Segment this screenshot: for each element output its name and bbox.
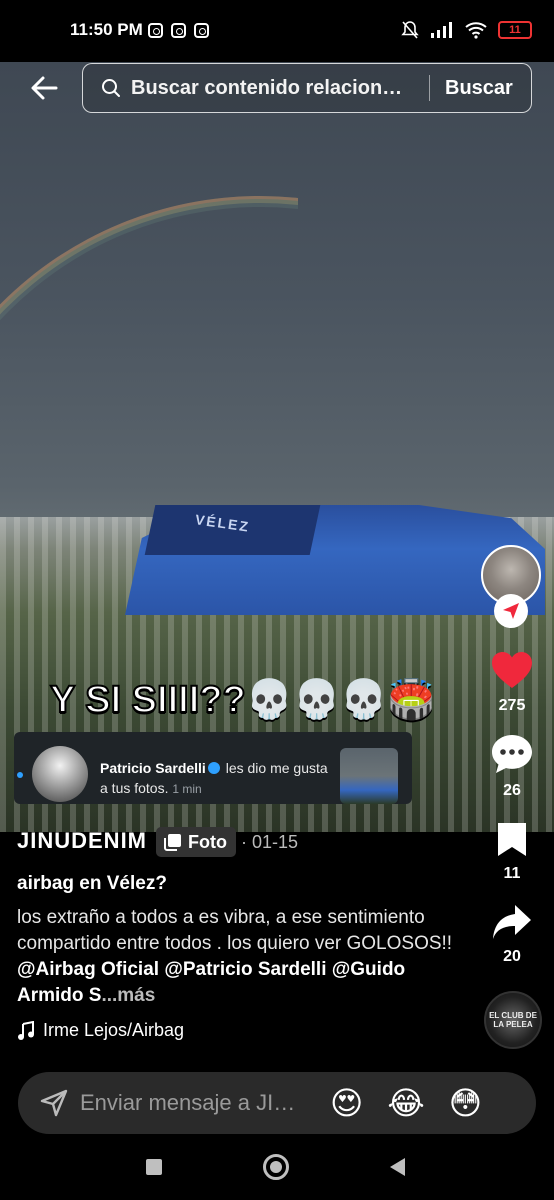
post-date: · 01-15 xyxy=(241,832,299,852)
notification-thumbnail xyxy=(340,748,398,804)
status-bar: 11:50 PM 11 xyxy=(0,0,554,62)
follow-button[interactable] xyxy=(494,594,528,628)
emoji-tears-of-joy-button[interactable]: 😂 xyxy=(387,1084,424,1122)
caption-text: Y SI SIIII?? xyxy=(49,678,247,722)
like-button[interactable]: 275 xyxy=(482,650,542,715)
send-icon xyxy=(40,1089,68,1117)
comment-icon xyxy=(492,735,532,773)
caption-emojis: 💀💀💀🏟️ xyxy=(245,679,435,721)
photo-type-chip: Foto xyxy=(156,827,236,857)
send-icon xyxy=(503,603,519,619)
music-title: Irme Lejos/Airbag xyxy=(43,1020,185,1040)
back-arrow-icon[interactable] xyxy=(28,72,60,104)
search-button[interactable]: Buscar xyxy=(445,77,513,100)
notification-avatar xyxy=(32,746,88,802)
notification-icons xyxy=(148,23,209,38)
battery-icon: 11 xyxy=(498,21,532,39)
comment-button[interactable]: 26 xyxy=(482,733,542,800)
photo-type-label: Foto xyxy=(188,831,227,852)
photo-stack-icon xyxy=(164,834,181,851)
music-disc[interactable]: EL CLUB DE LA PELEA xyxy=(484,991,542,1049)
heart-icon xyxy=(492,652,532,688)
music-info[interactable]: Irme Lejos/Airbag xyxy=(17,1020,184,1041)
music-note-icon xyxy=(18,1020,34,1040)
save-button[interactable]: 11 xyxy=(482,820,542,883)
notification-user: Patricio Sardelli xyxy=(100,760,206,776)
description-text: los extraño a todos a es vibra, a ese se… xyxy=(17,907,453,954)
verified-icon xyxy=(207,762,220,774)
more-link[interactable]: ...más xyxy=(101,985,155,1006)
back-button[interactable] xyxy=(390,1158,405,1176)
like-count: 275 xyxy=(498,697,526,714)
emoji-flushed-button[interactable]: 😳 xyxy=(449,1084,482,1122)
message-bar[interactable]: Enviar mensaje a JINUDENIM 😍 😂 😳 xyxy=(18,1072,536,1134)
emoji-heart-eyes-button[interactable]: 😍 xyxy=(330,1084,363,1122)
wifi-icon xyxy=(465,22,487,39)
message-input[interactable]: Enviar mensaje a JINUDENIM xyxy=(80,1090,306,1116)
share-arrow-icon xyxy=(493,905,531,939)
bookmark-icon xyxy=(498,823,526,856)
recents-button[interactable] xyxy=(146,1159,162,1175)
like-notification[interactable]: Patricio Sardelli les dio me gusta a tus… xyxy=(14,732,412,804)
share-count: 20 xyxy=(503,948,521,965)
post-description[interactable]: los extraño a todos a es vibra, a ese se… xyxy=(17,905,467,1009)
status-indicators: 11 xyxy=(400,20,532,40)
search-icon xyxy=(102,79,120,97)
share-button[interactable]: 20 xyxy=(482,903,542,966)
save-count: 11 xyxy=(503,865,521,882)
post-title: airbag en Vélez? xyxy=(17,873,167,894)
signal-icon xyxy=(431,22,452,38)
post-username[interactable]: JINUDENIM xyxy=(17,828,147,854)
system-navbar xyxy=(0,1140,554,1200)
instagram-icon xyxy=(148,23,163,38)
instagram-icon xyxy=(194,23,209,38)
home-button[interactable] xyxy=(263,1154,289,1180)
comment-count: 26 xyxy=(503,782,521,799)
search-divider xyxy=(429,75,430,101)
instagram-icon xyxy=(171,23,186,38)
description-mentions[interactable]: @Airbag Oficial @Patricio Sardelli @Guid… xyxy=(17,959,405,1006)
notification-time: 1 min xyxy=(172,782,202,796)
unread-dot xyxy=(17,772,23,778)
photo-caption: Y SI SIIII??💀💀💀🏟️ xyxy=(49,678,435,722)
notification-text: Patricio Sardelli les dio me gusta a tus… xyxy=(100,758,336,799)
bell-muted-icon xyxy=(401,21,419,39)
search-bar[interactable]: Buscar contenido relacionado Buscar xyxy=(82,63,532,113)
search-input[interactable]: Buscar contenido relacionado xyxy=(131,77,413,100)
status-time: 11:50 PM xyxy=(70,20,143,39)
